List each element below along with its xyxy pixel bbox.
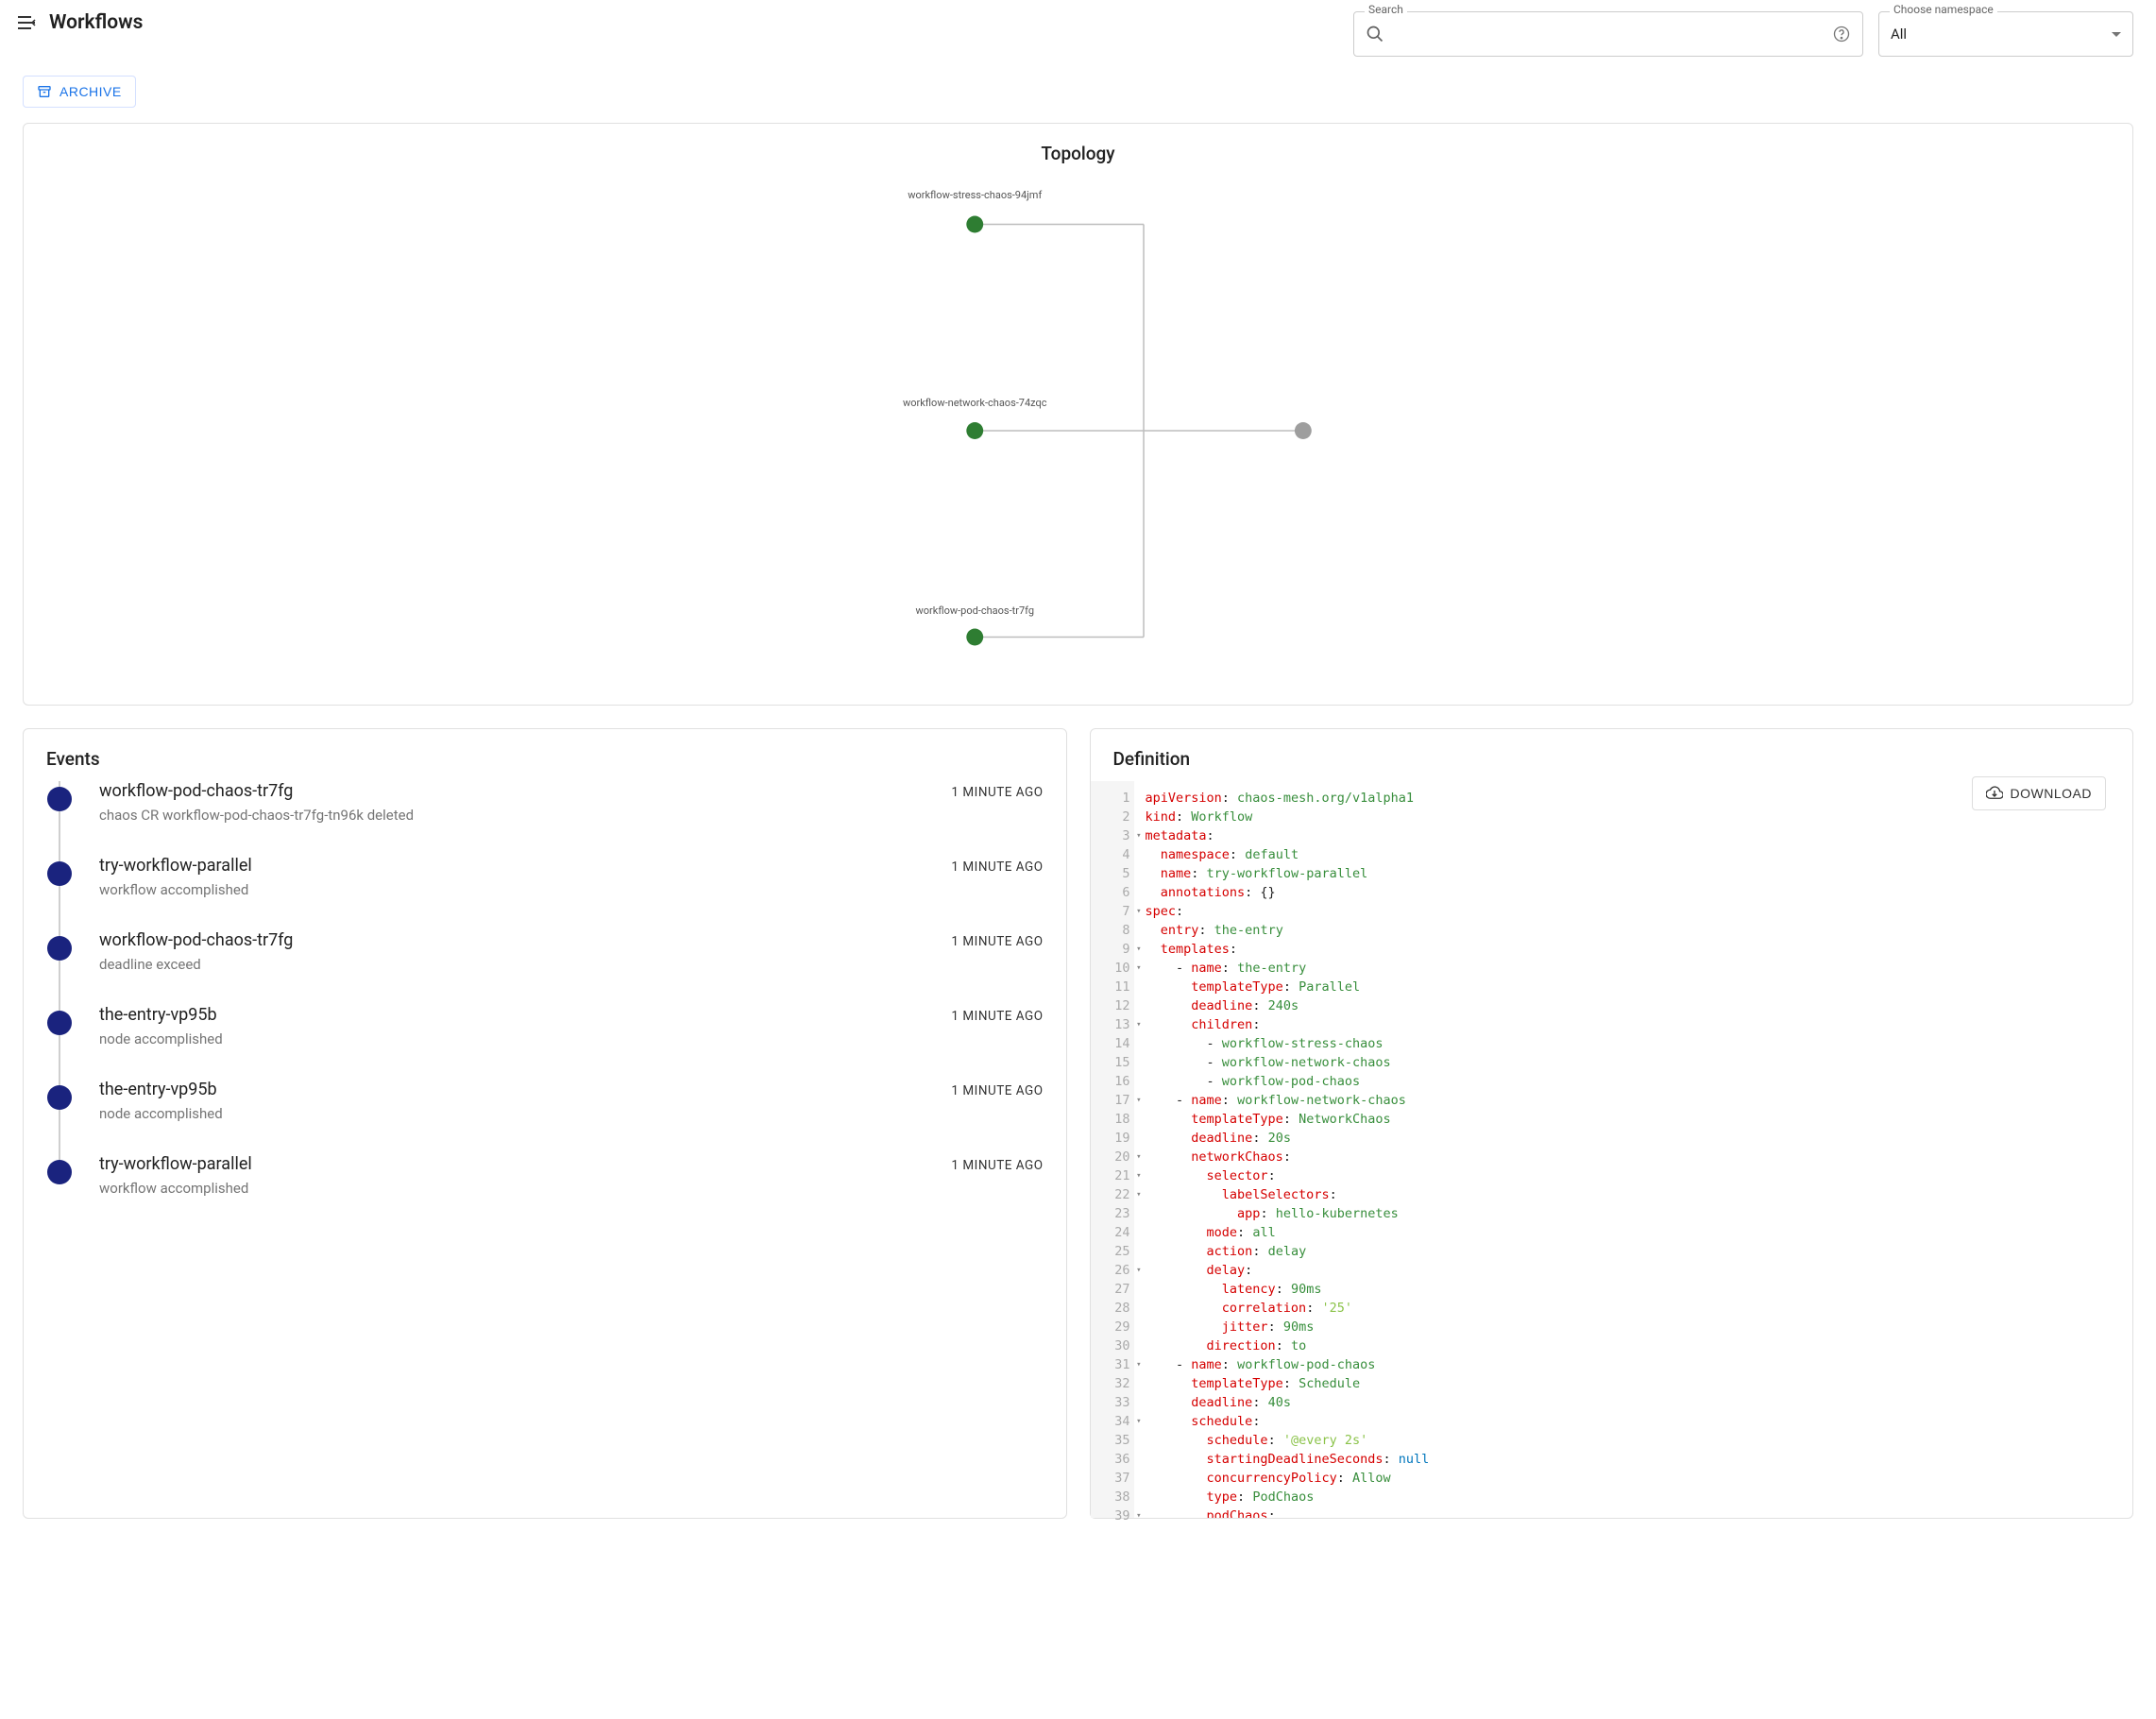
namespace-field-label: Choose namespace [1890, 3, 1997, 16]
menu-icon[interactable] [15, 11, 38, 34]
topology-panel: Topology workflow-stress-chaos-94jmf wor… [23, 123, 2133, 706]
namespace-value: All [1891, 26, 1907, 43]
event-title: workflow-pod-chaos-tr7fg [99, 930, 293, 950]
event-dot-icon [47, 1011, 72, 1035]
event-time: 1 MINUTE AGO [951, 1158, 1043, 1173]
event-desc: node accomplished [99, 1030, 223, 1047]
search-field[interactable] [1353, 11, 1863, 57]
event-time: 1 MINUTE AGO [951, 934, 1043, 949]
event-item[interactable]: workflow-pod-chaos-tr7fg deadline exceed… [46, 930, 1044, 1005]
search-input[interactable] [1392, 12, 1825, 56]
event-title: try-workflow-parallel [99, 856, 252, 876]
code-view[interactable]: apiVersion: chaos-mesh.org/v1alpha1kind:… [1134, 781, 2133, 1518]
topology-node[interactable] [966, 422, 983, 439]
event-desc: chaos CR workflow-pod-chaos-tr7fg-tn96k … [99, 807, 414, 824]
event-title: the-entry-vp95b [99, 1005, 223, 1025]
event-dot-icon [47, 787, 72, 811]
definition-panel: Definition DOWNLOAD 123▾4567▾89▾10▾11121… [1090, 728, 2134, 1519]
archive-icon [37, 84, 52, 99]
topology-node[interactable] [966, 216, 983, 233]
event-time: 1 MINUTE AGO [951, 1083, 1043, 1098]
topology-node-label: workflow-network-chaos-74zqc [903, 397, 1047, 409]
namespace-select[interactable]: All [1878, 11, 2133, 57]
event-dot-icon [47, 1085, 72, 1110]
event-item[interactable]: the-entry-vp95b node accomplished 1 MINU… [46, 1080, 1044, 1154]
event-dot-icon [47, 861, 72, 886]
event-desc: deadline exceed [99, 956, 293, 973]
event-title: workflow-pod-chaos-tr7fg [99, 781, 414, 801]
event-desc: workflow accomplished [99, 881, 252, 898]
event-title: try-workflow-parallel [99, 1154, 252, 1174]
search-icon [1366, 25, 1384, 43]
page-title: Workflows [49, 11, 143, 34]
event-time: 1 MINUTE AGO [951, 785, 1043, 800]
events-panel: Events workflow-pod-chaos-tr7fg chaos CR… [23, 728, 1067, 1519]
events-list[interactable]: workflow-pod-chaos-tr7fg chaos CR workfl… [24, 781, 1066, 1518]
topology-node[interactable] [1295, 422, 1312, 439]
event-item[interactable]: workflow-pod-chaos-tr7fg chaos CR workfl… [46, 781, 1044, 856]
event-item[interactable]: try-workflow-parallel workflow accomplis… [46, 856, 1044, 930]
chevron-down-icon [2112, 32, 2121, 37]
event-time: 1 MINUTE AGO [951, 860, 1043, 875]
event-title: the-entry-vp95b [99, 1080, 223, 1099]
topology-node[interactable] [966, 629, 983, 646]
code-gutter: 123▾4567▾89▾10▾111213▾14151617▾181920▾21… [1091, 781, 1134, 1518]
event-desc: workflow accomplished [99, 1180, 252, 1197]
archive-button[interactable]: ARCHIVE [23, 76, 136, 108]
topology-node-label: workflow-pod-chaos-tr7fg [915, 604, 1034, 617]
event-item[interactable]: try-workflow-parallel workflow accomplis… [46, 1154, 1044, 1229]
search-field-label: Search [1365, 3, 1407, 16]
topology-canvas[interactable]: workflow-stress-chaos-94jmf workflow-net… [46, 176, 2110, 686]
help-icon[interactable] [1832, 25, 1851, 43]
event-item[interactable]: the-entry-vp95b node accomplished 1 MINU… [46, 1005, 1044, 1080]
event-time: 1 MINUTE AGO [951, 1009, 1043, 1024]
event-dot-icon [47, 936, 72, 961]
event-dot-icon [47, 1160, 72, 1184]
topology-title: Topology [46, 143, 2110, 164]
topology-node-label: workflow-stress-chaos-94jmf [908, 189, 1042, 201]
event-desc: node accomplished [99, 1105, 223, 1122]
events-title: Events [24, 748, 1066, 781]
